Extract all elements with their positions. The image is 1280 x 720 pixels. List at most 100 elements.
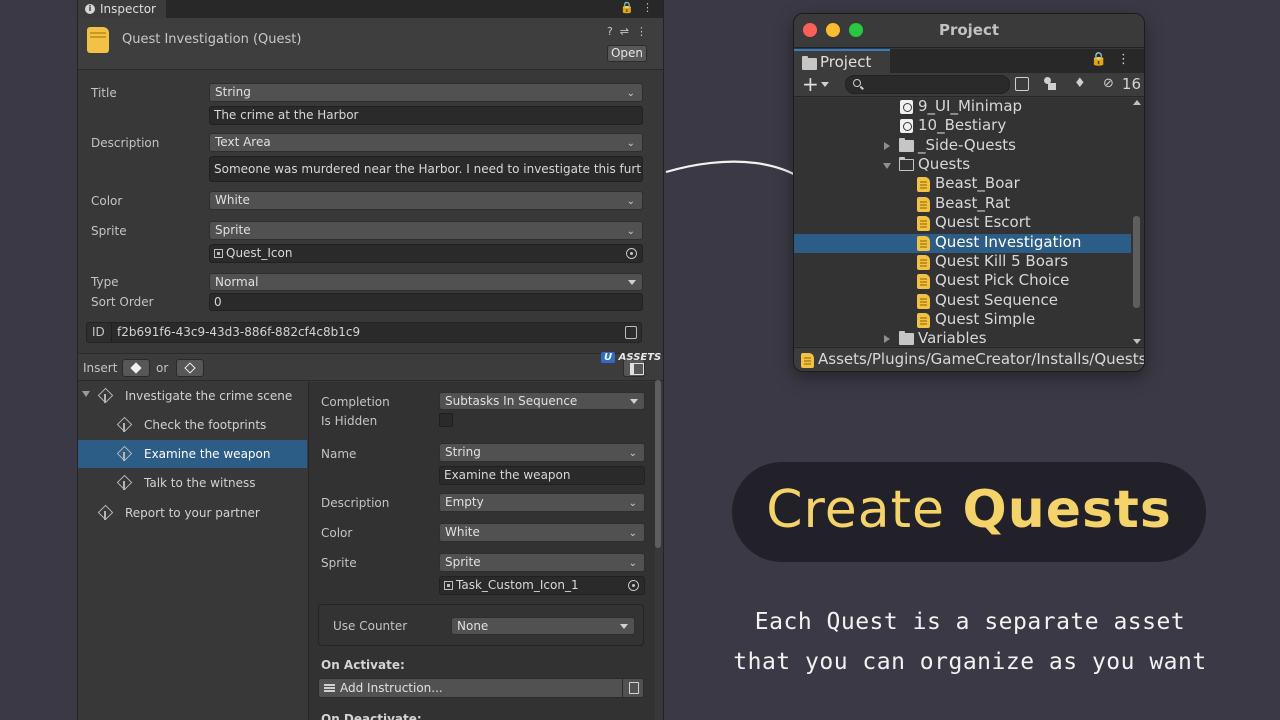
kebab-menu-icon[interactable]: ⋮ [642,1,653,14]
tagline-line-1: Each Quest is a separate asset [754,609,1186,635]
description-label: Description [91,136,160,150]
task-description-dropdown[interactable]: Empty ⌄ [439,493,645,512]
expand-arrow-icon[interactable] [82,391,90,397]
completion-dropdown[interactable]: Subtasks In Sequence [439,392,645,410]
headline-light: Create [766,480,945,540]
project-titlebar: Project [794,14,1144,48]
description-type-dropdown[interactable]: Text Area ⌄ [209,133,643,152]
insert-task-button[interactable] [122,359,150,377]
title-type-dropdown[interactable]: String ⌄ [209,83,643,102]
preset-icon[interactable]: ⇌ [620,25,629,38]
color-dropdown[interactable]: White ⌄ [209,191,643,210]
type-label: Type [91,275,119,289]
folder-icon [802,56,817,70]
list-item[interactable]: Quest Sequence [794,291,1131,311]
list-item[interactable]: _Side-Quests [794,136,1131,156]
label-tag-icon[interactable]: ♦ [1074,77,1088,91]
task-row[interactable]: Investigate the crime scene [78,382,307,410]
list-item[interactable]: Quests [794,155,1131,175]
project-tab[interactable]: Project [794,49,890,73]
or-label: or [156,361,169,375]
list-item[interactable]: Beast_Rat [794,194,1131,214]
inspector-scrollbar[interactable] [655,380,661,548]
quest-icon [917,177,930,192]
expand-arrow-icon[interactable] [884,335,890,343]
type-dropdown[interactable]: Normal [209,273,643,291]
chevron-down-icon: ⌄ [628,528,637,539]
list-item[interactable]: Quest Escort [794,213,1131,233]
create-plus-icon[interactable]: + [802,73,819,95]
name-field[interactable]: Examine the weapon [439,466,645,485]
collapse-arrow-icon[interactable] [883,163,891,169]
object-picker-icon[interactable] [628,580,639,591]
task-row[interactable]: Report to your partner [78,499,307,527]
insert-label: Insert [83,361,118,375]
task-row[interactable]: Check the footprints [78,411,307,439]
id-label: ID [92,325,105,339]
task-sprite-object-field[interactable]: Task_Custom_Icon_1 [439,576,645,595]
list-item[interactable]: Beast_Boar [794,174,1131,194]
create-dropdown-caret-icon[interactable] [821,82,829,87]
scroll-thumb[interactable] [1133,216,1140,308]
task-color-label: Color [321,526,353,540]
sort-order-field[interactable]: 0 [209,293,643,311]
sprite-object-field[interactable]: Quest_Icon [209,244,643,263]
project-toolbar: + ♦ ⊘ 16 [794,73,1144,97]
filter-shapes-icon[interactable] [1043,77,1057,91]
list-item-selected[interactable]: Quest Investigation [794,233,1131,253]
sprite-type-value: Sprite [215,223,251,237]
task-label: Report to your partner [125,506,260,520]
insert-subtask-button[interactable] [176,359,204,377]
description-textarea[interactable]: Someone was murdered near the Harbor. I … [209,156,643,182]
inspector-tabbar: i Inspector 🔒 ⋮ [78,0,663,18]
clipboard-icon[interactable] [622,679,643,697]
search-icon [853,79,861,87]
task-color-dropdown[interactable]: White ⌄ [439,523,645,542]
task-row[interactable]: Talk to the witness [78,469,307,497]
open-button[interactable]: Open [607,45,647,62]
quest-icon [917,216,930,231]
lock-icon[interactable]: 🔒 [1091,52,1107,67]
quest-icon [917,274,930,289]
lock-icon[interactable]: 🔒 [620,1,634,14]
use-counter-dropdown[interactable]: None [451,617,635,635]
object-picker-icon[interactable] [626,248,637,259]
headline-bold: Quests [962,480,1172,540]
copy-icon[interactable] [625,326,637,339]
sprite-label: Sprite [91,224,127,238]
id-value[interactable]: f2b691f6-43c9-43d3-886f-882cf4c8b1c9 [111,323,631,342]
help-icon[interactable]: ? [607,25,613,38]
name-type-dropdown[interactable]: String ⌄ [439,443,645,462]
list-item[interactable]: Variables [794,329,1131,346]
is-hidden-checkbox[interactable] [439,413,453,427]
add-instruction-button[interactable]: Add Instruction... [318,678,644,698]
list-item[interactable]: Quest Simple [794,310,1131,330]
add-instruction-label: Add Instruction... [340,681,443,695]
task-label: Check the footprints [144,418,267,432]
list-item[interactable]: 9_UI_Minimap [794,98,1131,117]
scroll-down-icon[interactable] [1133,339,1141,344]
expand-arrow-icon[interactable] [884,142,890,150]
sort-order-label: Sort Order [91,295,154,309]
project-scrollbar[interactable] [1132,98,1141,346]
inspector-window: i Inspector 🔒 ⋮ Quest Investigation (Que… [77,0,664,720]
hidden-eye-icon[interactable]: ⊘ [1103,77,1117,91]
sprite-type-dropdown[interactable]: Sprite ⌄ [209,221,643,240]
on-deactivate-label: On Deactivate: [321,712,422,720]
folder-icon [899,138,914,152]
scroll-up-icon[interactable] [1133,100,1141,105]
task-icon [116,417,132,433]
list-item[interactable]: Quest Pick Choice [794,271,1131,291]
list-item[interactable]: 10_Bestiary [794,116,1131,136]
task-icon [97,505,113,521]
kebab-menu-icon[interactable]: ⋮ [636,25,647,38]
search-by-type-icon[interactable] [1015,77,1029,91]
description-type-value: Text Area [215,135,271,149]
kebab-menu-icon[interactable]: ⋮ [1117,52,1130,67]
title-field[interactable]: The crime at the Harbor [209,106,643,125]
list-item[interactable]: Quest Kill 5 Boars [794,252,1131,272]
task-row-selected[interactable]: Examine the weapon [78,440,307,468]
task-sprite-type-dropdown[interactable]: Sprite ⌄ [439,553,645,572]
project-search-input[interactable] [845,75,1010,94]
inspector-tab[interactable]: i Inspector [78,0,166,18]
